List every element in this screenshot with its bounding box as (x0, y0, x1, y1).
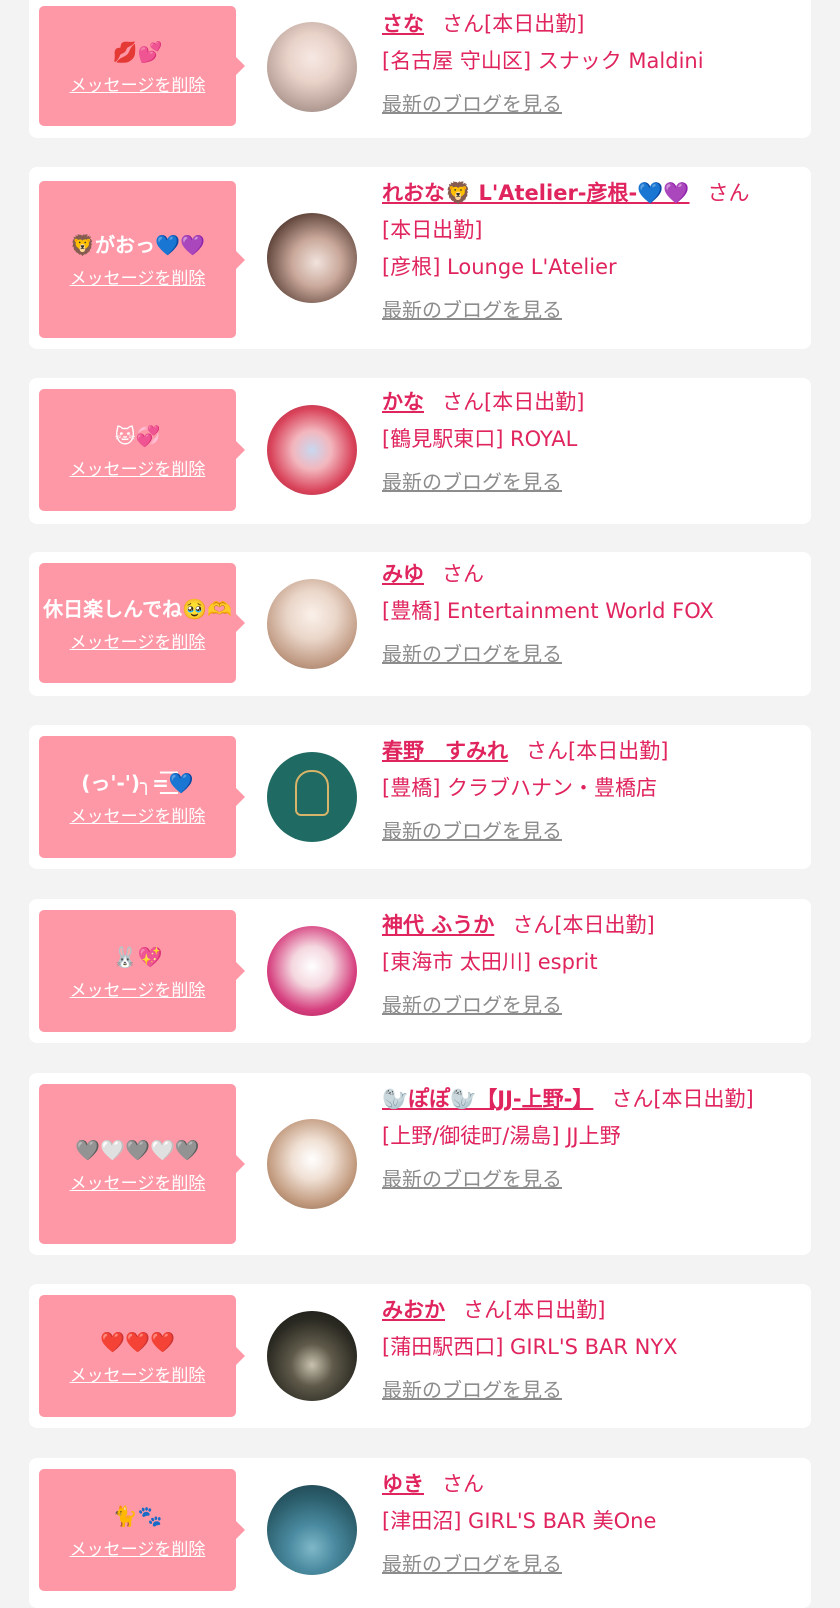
delete-message-link[interactable]: メッセージを削除 (70, 264, 206, 289)
message-card: 休日楽しんでね🥹🫶 メッセージを削除 みゆ さん [豊橋] Entertainme… (29, 552, 811, 696)
status-label: [本日出勤] (568, 739, 669, 763)
shop-name: [東海市 太田川] esprit (382, 950, 598, 974)
rose-logo-icon (295, 770, 329, 816)
cast-info: ゆき さん [津田沼] GIRL'S BAR 美One 最新のブログを見る (382, 1466, 794, 1583)
delete-message-link[interactable]: メッセージを削除 (70, 1361, 206, 1386)
avatar[interactable] (267, 405, 357, 495)
avatar[interactable] (267, 1485, 357, 1575)
message-bubble: 🦁がおっ💙💜 メッセージを削除 (39, 181, 245, 338)
san-label: さん (442, 390, 484, 414)
blog-link[interactable]: 最新のブログを見る (382, 1161, 794, 1198)
message-card: 💋💕 メッセージを削除 さな さん[本日出勤] [名古屋 守山区] スナック Ma… (29, 0, 811, 138)
cast-info: さな さん[本日出勤] [名古屋 守山区] スナック Maldini 最新のブログ… (382, 6, 794, 123)
message-card: ❤️❤️❤️ メッセージを削除 みおか さん[本日出勤] [蒲田駅西口] GIRL… (29, 1284, 811, 1428)
cast-info: かな さん[本日出勤] [鶴見駅東口] ROYAL 最新のブログを見る (382, 384, 794, 501)
san-label: さん (442, 1472, 484, 1496)
blog-link[interactable]: 最新のブログを見る (382, 813, 794, 850)
message-bubble: 🩶🤍🩶🤍🩶 メッセージを削除 (39, 1084, 245, 1244)
avatar[interactable] (267, 752, 357, 842)
status-label: [本日出勤] (653, 1087, 754, 1111)
cast-info: 🦭ぽぽ🦭【JJ-上野-】 さん[本日出勤] [上野/御徒町/湯島] JJ上野 最新… (382, 1081, 794, 1198)
cast-name-link[interactable]: 🦭ぽぽ🦭【JJ-上野-】 (382, 1087, 593, 1111)
cast-name-link[interactable]: れおな🦁 L'Atelier-彦根-💙💜 (382, 181, 690, 205)
cast-name-link[interactable]: 神代 ふうか (382, 913, 494, 937)
san-label: さん (707, 181, 750, 205)
message-bubble: 🐱💞 メッセージを削除 (39, 389, 245, 511)
cast-name-link[interactable]: さな (382, 12, 424, 36)
status-label: [本日出勤] (484, 390, 585, 414)
blog-link[interactable]: 最新のブログを見る (382, 1546, 794, 1583)
blog-link[interactable]: 最新のブログを見る (382, 636, 794, 673)
message-card: 🐈🐾 メッセージを削除 ゆき さん [津田沼] GIRL'S BAR 美One 最… (29, 1458, 811, 1608)
san-label: さん (512, 913, 555, 937)
cast-name-link[interactable]: ゆき (382, 1472, 424, 1496)
message-card: 🐰💖 メッセージを削除 神代 ふうか さん[本日出勤] [東海市 太田川] esp… (29, 899, 811, 1043)
san-label: さん (526, 739, 568, 763)
delete-message-link[interactable]: メッセージを削除 (70, 455, 206, 480)
cast-info: みゆ さん [豊橋] Entertainment World FOX 最新のブログ… (382, 556, 794, 673)
message-text: (っ'-')╮=͟͟͞͞💙 (81, 770, 194, 795)
message-bubble: 🐈🐾 メッセージを削除 (39, 1469, 245, 1591)
delete-message-link[interactable]: メッセージを削除 (70, 628, 206, 653)
avatar[interactable] (267, 579, 357, 669)
message-card: 🩶🤍🩶🤍🩶 メッセージを削除 🦭ぽぽ🦭【JJ-上野-】 さん[本日出勤] [上野/… (29, 1073, 811, 1255)
avatar[interactable] (267, 1311, 357, 1401)
avatar[interactable] (267, 22, 357, 112)
message-bubble: (っ'-')╮=͟͟͞͞💙 メッセージを削除 (39, 736, 245, 858)
blog-link[interactable]: 最新のブログを見る (382, 464, 794, 501)
cast-name-link[interactable]: かな (382, 390, 424, 414)
message-text: 🐰💖 (112, 944, 163, 969)
san-label: さん (442, 562, 484, 586)
san-label: さん (611, 1087, 654, 1111)
message-text: 休日楽しんでね🥹🫶 (43, 596, 232, 621)
blog-link[interactable]: 最新のブログを見る (382, 292, 794, 329)
delete-message-link[interactable]: メッセージを削除 (70, 802, 206, 827)
avatar[interactable] (267, 213, 357, 303)
shop-name: [鶴見駅東口] ROYAL (382, 427, 578, 451)
delete-message-link[interactable]: メッセージを削除 (70, 1535, 206, 1560)
avatar[interactable] (267, 1119, 357, 1209)
cast-info: 神代 ふうか さん[本日出勤] [東海市 太田川] esprit 最新のブログを見… (382, 907, 794, 1024)
san-label: さん (442, 12, 484, 36)
message-text: ❤️❤️❤️ (100, 1329, 175, 1354)
status-label: [本日出勤] (484, 12, 585, 36)
delete-message-link[interactable]: メッセージを削除 (70, 71, 206, 96)
status-label: [本日出勤] (505, 1298, 606, 1322)
shop-name: [名古屋 守山区] スナック Maldini (382, 49, 704, 73)
message-text: 🦁がおっ💙💜 (70, 233, 205, 257)
shop-name: [彦根] Lounge L'Atelier (382, 255, 617, 279)
message-bubble: 休日楽しんでね🥹🫶 メッセージを削除 (39, 563, 245, 683)
message-text: 🐈🐾 (112, 1503, 163, 1528)
message-bubble: 🐰💖 メッセージを削除 (39, 910, 245, 1032)
message-text: 💋💕 (112, 39, 163, 64)
cast-info: 春野 すみれ さん[本日出勤] [豊橋] クラブハナン・豊橋店 最新のブログを見る (382, 733, 794, 850)
blog-link[interactable]: 最新のブログを見る (382, 1372, 794, 1409)
shop-name: [豊橋] クラブハナン・豊橋店 (382, 776, 658, 800)
status-label: [本日出勤] (554, 913, 655, 937)
message-card: 🐱💞 メッセージを削除 かな さん[本日出勤] [鶴見駅東口] ROYAL 最新の… (29, 378, 811, 524)
san-label: さん (463, 1298, 505, 1322)
message-text: 🩶🤍🩶🤍🩶 (75, 1137, 200, 1162)
status-label: [本日出勤] (382, 218, 483, 242)
cast-info: みおか さん[本日出勤] [蒲田駅西口] GIRL'S BAR NYX 最新のブロ… (382, 1292, 794, 1409)
message-card: (っ'-')╮=͟͟͞͞💙 メッセージを削除 春野 すみれ さん[本日出勤] [豊… (29, 725, 811, 869)
cast-name-link[interactable]: 春野 すみれ (382, 739, 508, 763)
message-bubble: ❤️❤️❤️ メッセージを削除 (39, 1295, 245, 1417)
message-text: 🐱💞 (114, 423, 161, 448)
message-bubble: 💋💕 メッセージを削除 (39, 6, 245, 126)
delete-message-link[interactable]: メッセージを削除 (70, 976, 206, 1001)
shop-name: [豊橋] Entertainment World FOX (382, 599, 714, 623)
blog-link[interactable]: 最新のブログを見る (382, 987, 794, 1024)
message-card: 🦁がおっ💙💜 メッセージを削除 れおな🦁 L'Atelier-彦根-💙💜 さん [本… (29, 167, 811, 349)
cast-name-link[interactable]: みおか (382, 1298, 445, 1322)
cast-info: れおな🦁 L'Atelier-彦根-💙💜 さん [本日出勤] [彦根] Lounge… (382, 175, 794, 329)
shop-name: [津田沼] GIRL'S BAR 美One (382, 1509, 657, 1533)
delete-message-link[interactable]: メッセージを削除 (70, 1169, 206, 1194)
shop-name: [上野/御徒町/湯島] JJ上野 (382, 1124, 621, 1148)
avatar[interactable] (267, 926, 357, 1016)
shop-name: [蒲田駅西口] GIRL'S BAR NYX (382, 1335, 678, 1359)
cast-name-link[interactable]: みゆ (382, 562, 424, 586)
blog-link[interactable]: 最新のブログを見る (382, 86, 794, 123)
